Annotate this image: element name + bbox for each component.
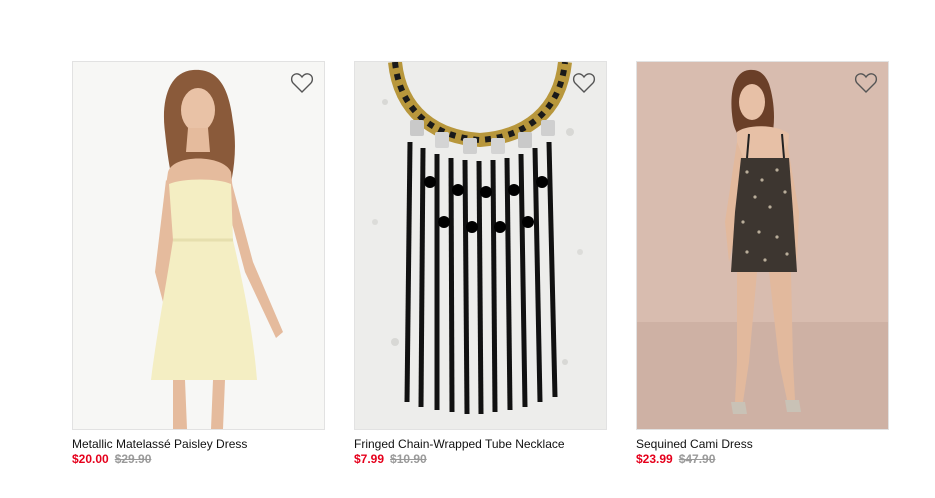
- original-price: $10.90: [390, 452, 427, 466]
- product-prices: $23.99 $47.90: [636, 452, 889, 467]
- heart-icon[interactable]: [572, 72, 596, 94]
- original-price: $29.90: [114, 452, 152, 466]
- original-price: $47.90: [678, 452, 716, 466]
- sale-price: $23.99: [636, 452, 673, 466]
- heart-icon[interactable]: [854, 72, 878, 94]
- product-name[interactable]: Sequined Cami Dress: [636, 437, 889, 452]
- sale-price: $20.00: [72, 452, 109, 466]
- dress-photo-icon: [637, 62, 888, 429]
- product-name[interactable]: Fringed Chain-Wrapped Tube Necklace: [354, 437, 607, 452]
- product-name[interactable]: Metallic Matelassé Paisley Dress: [72, 437, 325, 452]
- necklace-photo-icon: [355, 62, 606, 429]
- product-grid: Metallic Matelassé Paisley Dress $20.00 $…: [0, 0, 935, 498]
- product-image[interactable]: [72, 61, 325, 430]
- dress-photo-icon: [73, 62, 324, 429]
- sale-price: $7.99: [354, 452, 385, 466]
- product-card[interactable]: Sequined Cami Dress $23.99 $47.90: [636, 61, 889, 467]
- product-prices: $20.00 $29.90: [72, 452, 325, 467]
- product-prices: $7.99 $10.90: [354, 452, 607, 467]
- product-card[interactable]: Metallic Matelassé Paisley Dress $20.00 $…: [72, 61, 325, 467]
- product-card[interactable]: Fringed Chain-Wrapped Tube Necklace $7.9…: [354, 61, 607, 467]
- product-image[interactable]: [636, 61, 889, 430]
- product-image[interactable]: [354, 61, 607, 430]
- heart-icon[interactable]: [290, 72, 314, 94]
